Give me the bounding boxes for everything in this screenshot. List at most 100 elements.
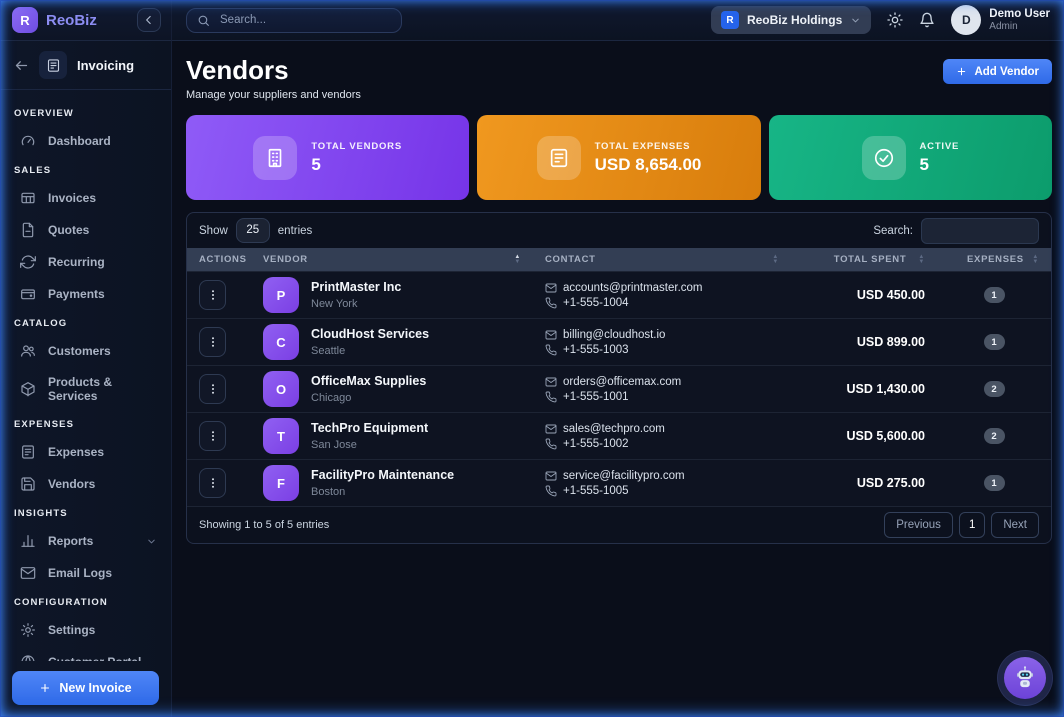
vendor-total-spent: USD 5,600.00 [791,429,937,443]
users-icon [20,343,36,359]
vendor-phone: +1-555-1001 [563,391,629,403]
page-title: Vendors [186,55,361,85]
sidebar-item-label: Dashboard [48,134,157,148]
vendor-avatar: T [263,418,299,454]
sidebar-item-products-services[interactable]: Products & Services [0,367,171,411]
back-button[interactable] [14,58,29,73]
vendor-name: CloudHost Services [311,327,429,342]
kebab-icon [206,335,220,349]
column-header-total-spent[interactable]: TOTAL SPENT ▲▼ [791,248,937,271]
mail-icon [545,329,557,341]
sidebar-item-settings[interactable]: Settings [0,614,171,646]
sidebar-section-label: INSIGHTS [0,500,171,525]
vendor-avatar: O [263,371,299,407]
theme-toggle-button[interactable] [887,12,903,28]
row-actions-button[interactable] [199,468,226,498]
sidebar-item-recurring[interactable]: Recurring [0,246,171,278]
notifications-button[interactable] [919,12,935,28]
stats-row: TOTAL VENDORS 5 TOTAL EXPENSES USD 8,654… [186,115,1052,200]
bell-icon [919,12,935,28]
phone-icon [545,391,557,403]
sidebar-section: OVERVIEW Dashboard [0,100,171,157]
sidebar-item-label: Recurring [48,255,157,269]
row-actions-button[interactable] [199,374,226,404]
sidebar-item-label: Invoices [48,191,157,205]
chevron-down-icon [850,15,861,26]
user-menu[interactable]: D Demo User Admin [951,5,1050,35]
vendors-table-card: Show 25 entries Search: ACTIONS VENDOR ▲… [186,212,1052,544]
column-header-expenses[interactable]: EXPENSES ▲▼ [937,248,1051,271]
mail-icon [20,565,36,581]
stat-card-total-vendors: TOTAL VENDORS 5 [186,115,469,200]
vendor-total-spent: USD 899.00 [791,335,937,349]
tenant-switcher[interactable]: R ReoBiz Holdings [711,6,871,34]
chatbot-button[interactable] [998,651,1052,705]
table-footer-info: Showing 1 to 5 of 5 entries [199,519,329,531]
new-invoice-button[interactable]: New Invoice [12,671,159,705]
global-search[interactable] [186,8,402,33]
previous-page-button[interactable]: Previous [884,512,953,538]
disk-icon [20,476,36,492]
sidebar-item-invoices[interactable]: Invoices [0,182,171,214]
sidebar-collapse-button[interactable] [137,8,161,32]
sidebar-item-vendors[interactable]: Vendors [0,468,171,500]
vendor-name: PrintMaster Inc [311,280,401,295]
sidebar-footer: New Invoice [0,661,171,717]
vendor-email: orders@officemax.com [563,376,681,388]
user-role: Admin [989,21,1050,33]
sidebar-item-email-logs[interactable]: Email Logs [0,557,171,589]
next-page-button[interactable]: Next [991,512,1039,538]
phone-icon [545,485,557,497]
mail-icon [545,423,557,435]
vendor-avatar: C [263,324,299,360]
table-search-input[interactable] [921,218,1039,244]
sidebar-item-payments[interactable]: Payments [0,278,171,310]
kebab-icon [206,429,220,443]
vendor-total-spent: USD 450.00 [791,288,937,302]
vendor-city: Seattle [311,345,429,357]
entries-label: entries [278,225,313,237]
vendor-email: billing@cloudhost.io [563,329,665,341]
vendor-name: OfficeMax Supplies [311,374,426,389]
sidebar-item-label: Customers [48,344,157,358]
chevron-left-icon [142,13,156,27]
page-size-select[interactable]: 25 [236,218,270,243]
vendor-phone: +1-555-1002 [563,438,629,450]
page-number-button[interactable]: 1 [959,512,985,538]
vendor-phone: +1-555-1004 [563,297,629,309]
sidebar-item-customers[interactable]: Customers [0,335,171,367]
column-header-vendor[interactable]: VENDOR ▲▼ [251,248,533,271]
table-body: P PrintMaster Inc New York accounts@prin… [187,271,1051,506]
row-actions-button[interactable] [199,421,226,451]
app-window: R ReoBiz R ReoBiz Holdings D Demo User A… [0,0,1064,717]
sort-icon: ▲▼ [514,255,521,264]
stat-label: TOTAL VENDORS [311,141,402,152]
sidebar-item-dashboard[interactable]: Dashboard [0,125,171,157]
global-search-input[interactable] [218,13,391,27]
column-header-actions[interactable]: ACTIONS [187,248,251,271]
plus-icon [39,682,51,694]
vendor-total-spent: USD 1,430.00 [791,382,937,396]
phone-icon [545,438,557,450]
vendor-email: accounts@printmaster.com [563,282,703,294]
column-header-contact[interactable]: CONTACT ▲▼ [533,248,791,271]
vendor-name: TechPro Equipment [311,421,428,436]
vendor-city: Chicago [311,392,426,404]
pagination: Previous 1 Next [884,512,1039,538]
table-footer: Showing 1 to 5 of 5 entries Previous 1 N… [187,506,1051,543]
row-actions-button[interactable] [199,327,226,357]
add-vendor-button[interactable]: Add Vendor [943,59,1052,84]
row-actions-button[interactable] [199,280,226,310]
sidebar-section: CONFIGURATION Settings Customer Portal [0,589,171,661]
sidebar-section-label: CATALOG [0,310,171,335]
sidebar-item-customer-portal[interactable]: Customer Portal [0,646,171,661]
topbar: R ReoBiz Holdings D Demo User Admin [172,0,1064,41]
phone-icon [545,297,557,309]
robot-icon [1004,657,1046,699]
sort-icon: ▲▼ [1032,255,1039,264]
sidebar-item-quotes[interactable]: Quotes [0,214,171,246]
mail-icon [545,376,557,388]
sidebar-item-reports[interactable]: Reports [0,525,171,557]
sidebar-item-expenses[interactable]: Expenses [0,436,171,468]
sidebar-section-label: CONFIGURATION [0,589,171,614]
